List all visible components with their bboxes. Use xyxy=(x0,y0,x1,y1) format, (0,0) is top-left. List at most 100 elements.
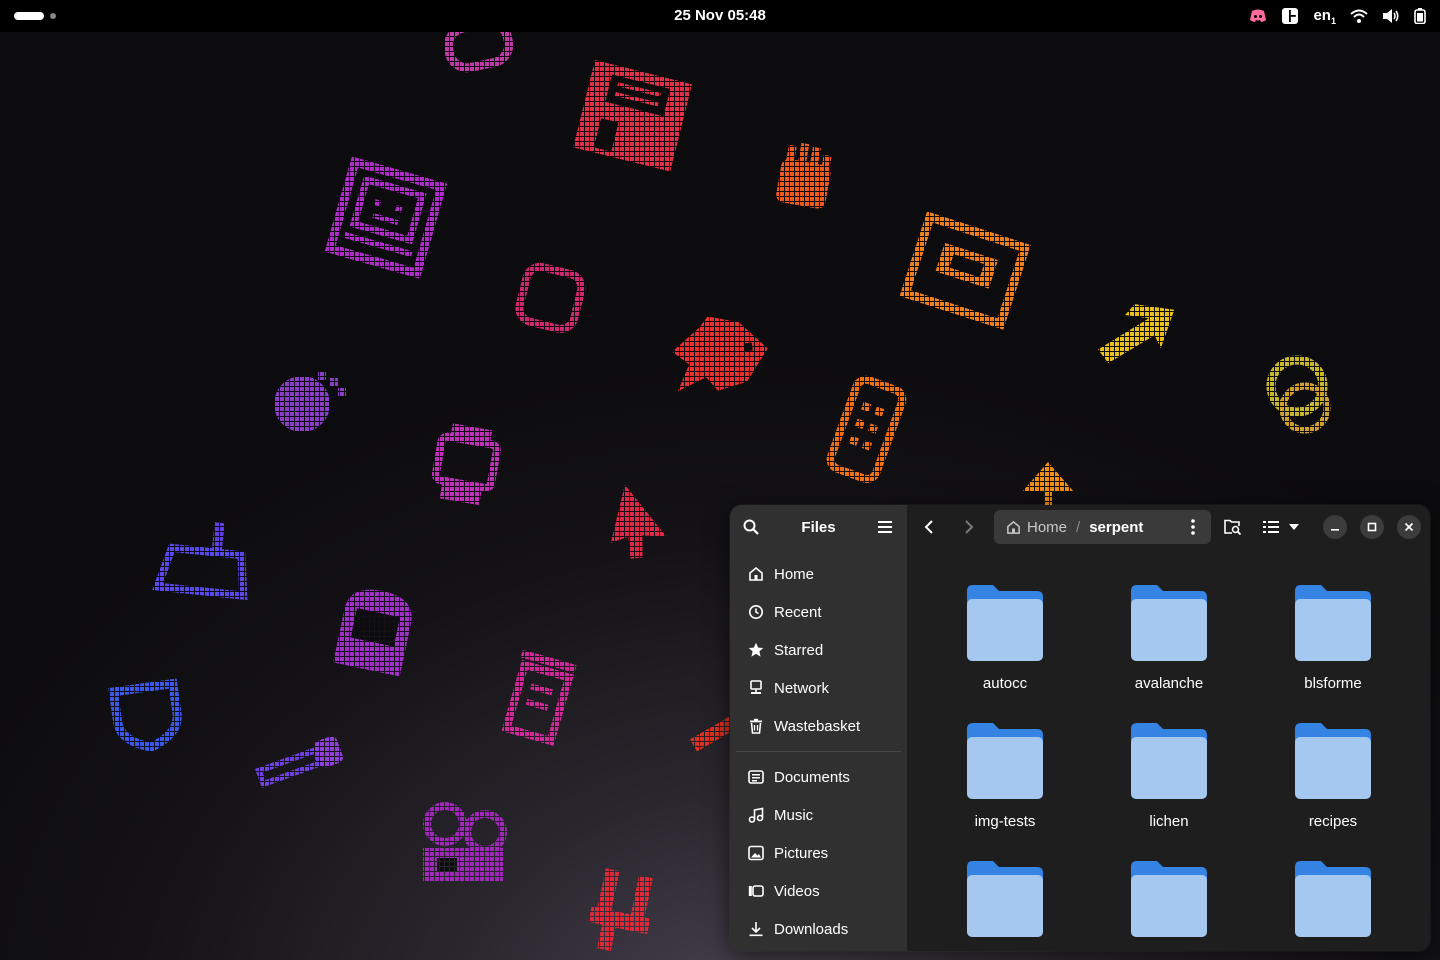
folder-item[interactable]: img-tests xyxy=(930,721,1080,830)
folder-item[interactable] xyxy=(1258,859,1408,939)
sidebar-item-label: Home xyxy=(774,565,815,583)
sidebar-item-documents[interactable]: Documents xyxy=(730,758,907,796)
sidebar-item-home[interactable]: Home xyxy=(730,555,907,593)
back-button[interactable] xyxy=(913,511,945,543)
sidebar-item-label: Music xyxy=(774,806,814,824)
bookmarks-list: Documents Music Pictures Videos Download… xyxy=(730,758,907,948)
folder-front xyxy=(967,599,1043,661)
videos-icon xyxy=(748,883,764,899)
sidebar-item-recent[interactable]: Recent xyxy=(730,593,907,631)
folder-item[interactable]: avalanche xyxy=(1094,583,1244,692)
volume-icon[interactable] xyxy=(1382,8,1400,24)
sidebar-item-label: Pictures xyxy=(774,844,829,862)
sidebar-item-label: Network xyxy=(774,679,830,697)
main-pane: Home / serpent autocc avalanche blsforme… xyxy=(907,505,1430,951)
star-icon xyxy=(748,642,764,658)
search-location-button[interactable] xyxy=(1217,511,1249,543)
sidebar-item-label: Starred xyxy=(774,641,824,659)
view-options-button[interactable] xyxy=(1283,511,1305,543)
maximize-button[interactable] xyxy=(1360,515,1384,539)
folder-icon xyxy=(967,723,1043,799)
chevron-left-icon xyxy=(924,520,933,534)
folder-search-icon xyxy=(1224,519,1242,535)
battery-icon[interactable] xyxy=(1414,8,1426,24)
home-icon xyxy=(748,566,764,582)
forward-button[interactable] xyxy=(953,511,985,543)
sidebar-item-downloads[interactable]: Downloads xyxy=(730,910,907,948)
sidebar-header: Files xyxy=(730,505,907,549)
sidebar-separator xyxy=(736,751,901,752)
recent-icon xyxy=(748,604,764,620)
pictures-icon xyxy=(748,845,764,861)
list-view-icon xyxy=(1263,521,1279,533)
folder-item[interactable]: recipes xyxy=(1258,721,1408,830)
system-tray: en1 xyxy=(1249,0,1426,32)
maximize-icon xyxy=(1367,522,1377,532)
folder-icon xyxy=(1131,723,1207,799)
folder-icon xyxy=(1295,585,1371,661)
folder-item[interactable]: autocc xyxy=(930,583,1080,692)
folder-item[interactable]: blsforme xyxy=(1258,583,1408,692)
lang-sub: 1 xyxy=(1330,15,1336,26)
top-panel: 25 Nov 05:48 en1 xyxy=(0,0,1440,32)
music-icon xyxy=(748,807,764,823)
folder-icon xyxy=(1131,861,1207,937)
folder-name: blsforme xyxy=(1304,675,1362,692)
breadcrumb-home-label: Home xyxy=(1027,518,1068,536)
sidebar-item-wastebasket[interactable]: Wastebasket xyxy=(730,707,907,745)
sidebar-item-label: Documents xyxy=(774,768,850,786)
keyboard-layout[interactable]: en1 xyxy=(1313,7,1336,26)
folder-item[interactable] xyxy=(1094,859,1244,939)
folder-item[interactable] xyxy=(930,859,1080,939)
path-menu-button[interactable] xyxy=(1177,511,1209,543)
breadcrumb-current[interactable]: serpent xyxy=(1089,519,1143,536)
breadcrumb-separator: / xyxy=(1076,518,1081,536)
breadcrumb: Home / serpent xyxy=(994,510,1211,544)
search-button[interactable] xyxy=(735,511,767,543)
documents-icon xyxy=(748,769,764,785)
breadcrumb-home[interactable]: Home xyxy=(1006,519,1067,536)
search-icon xyxy=(743,519,759,535)
clock[interactable]: 25 Nov 05:48 xyxy=(0,7,1440,24)
close-icon xyxy=(1404,522,1414,532)
layout-icon[interactable] xyxy=(1281,7,1299,25)
main-menu-button[interactable] xyxy=(869,511,901,543)
close-button[interactable] xyxy=(1397,515,1421,539)
sidebar-item-starred[interactable]: Starred xyxy=(730,631,907,669)
chevron-right-icon xyxy=(965,520,974,534)
folder-icon xyxy=(1295,861,1371,937)
folder-name: recipes xyxy=(1308,813,1358,830)
kebab-menu-icon xyxy=(1191,519,1195,535)
lang-label: en xyxy=(1313,6,1331,24)
sidebar-item-network[interactable]: Network xyxy=(730,669,907,707)
places-list: Home Recent Starred Network Wastebasket xyxy=(730,549,907,745)
minimize-icon xyxy=(1331,529,1339,531)
network-icon xyxy=(748,680,764,696)
folder-name: img-tests xyxy=(974,813,1036,830)
discord-icon[interactable] xyxy=(1249,9,1267,23)
folder-grid: autocc avalanche blsforme img-tests lich… xyxy=(907,549,1430,951)
sidebar: Files Home Recent Starred Network Wasteb… xyxy=(730,505,907,951)
minimize-button[interactable] xyxy=(1323,515,1347,539)
chevron-down-icon xyxy=(1289,524,1299,530)
folder-icon xyxy=(967,585,1043,661)
sidebar-item-label: Downloads xyxy=(774,920,849,938)
wifi-icon[interactable] xyxy=(1350,9,1368,23)
folder-name: autocc xyxy=(982,675,1028,692)
downloads-icon xyxy=(748,921,764,937)
folder-name: lichen xyxy=(1149,813,1189,830)
hamburger-icon xyxy=(878,521,892,533)
folder-icon xyxy=(1295,723,1371,799)
folder-icon xyxy=(967,861,1043,937)
sidebar-item-label: Recent xyxy=(774,603,822,621)
files-window[interactable]: Files Home Recent Starred Network Wasteb… xyxy=(730,505,1430,951)
header-bar: Home / serpent xyxy=(907,505,1430,549)
sidebar-item-videos[interactable]: Videos xyxy=(730,872,907,910)
sidebar-item-music[interactable]: Music xyxy=(730,796,907,834)
trash-icon xyxy=(748,718,764,734)
sidebar-item-label: Wastebasket xyxy=(774,717,861,735)
sidebar-item-label: Videos xyxy=(774,882,820,900)
folder-item[interactable]: lichen xyxy=(1094,721,1244,830)
home-icon xyxy=(1007,520,1020,534)
sidebar-item-pictures[interactable]: Pictures xyxy=(730,834,907,872)
